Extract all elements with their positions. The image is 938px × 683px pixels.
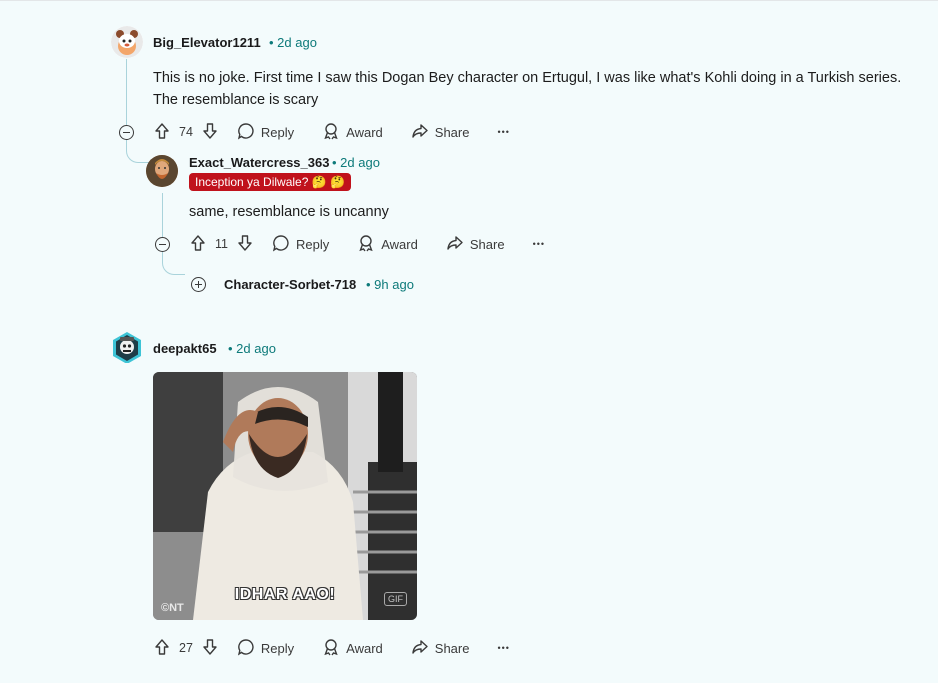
award-label: Award	[346, 124, 383, 140]
comment-timestamp[interactable]: • 2d ago	[269, 35, 317, 50]
expand-thread-button[interactable]	[191, 277, 206, 292]
award-label: Award	[346, 640, 383, 656]
award-button[interactable]: Award	[322, 638, 383, 659]
comment-body: This is no joke. First time I saw this D…	[153, 70, 902, 108]
gif-watermark: ©NT	[161, 602, 184, 614]
reply-button[interactable]: Reply	[237, 122, 294, 143]
vote-count: 27	[179, 641, 193, 655]
comment-username[interactable]: Exact_Watercress_363	[189, 155, 329, 170]
share-label: Share	[434, 640, 470, 656]
gif-caption: IDHAR AAO!	[234, 586, 336, 603]
more-options-button[interactable]: •••	[533, 239, 545, 249]
comment-username[interactable]: Big_Elevator1211	[153, 35, 261, 50]
avatar[interactable]	[111, 26, 143, 58]
share-arrow-icon	[411, 638, 435, 659]
award-ribbon-icon	[322, 638, 346, 659]
comment-action-bar: 27 Reply Award Share •••	[153, 636, 538, 660]
reply-button[interactable]: Reply	[272, 234, 329, 255]
thread-line	[126, 59, 127, 125]
thread-line	[162, 193, 163, 237]
vote-group: 11	[189, 234, 254, 255]
vote-count: 11	[215, 237, 228, 251]
thread-branch-line	[126, 140, 149, 163]
share-button[interactable]: Share	[446, 234, 505, 255]
award-button[interactable]: Award	[357, 234, 418, 255]
comment-action-bar: 74 Reply Award Share •••	[153, 120, 538, 144]
award-ribbon-icon	[322, 122, 346, 143]
speech-bubble-icon	[237, 122, 261, 143]
vote-group: 74	[153, 122, 219, 143]
more-options-button[interactable]: •••	[497, 643, 509, 653]
user-flair: Inception ya Dilwale? 🤔 🤔	[189, 173, 351, 191]
collapse-thread-button[interactable]	[155, 237, 170, 252]
gif-image[interactable]: IDHAR AAO! ©NT GIF	[153, 372, 417, 620]
share-button[interactable]: Share	[411, 638, 470, 659]
speech-bubble-icon	[237, 638, 261, 659]
comment-body: same, resemblance is uncanny	[189, 204, 389, 220]
reply-button[interactable]: Reply	[237, 638, 294, 659]
more-dots-icon: •••	[532, 239, 546, 249]
thread-branch-line	[162, 252, 185, 275]
comment-username[interactable]: deepakt65	[153, 341, 217, 356]
arrow-down-icon[interactable]	[201, 638, 219, 659]
arrow-down-icon[interactable]	[236, 234, 254, 255]
reply-label: Reply	[260, 640, 295, 656]
collapse-thread-button[interactable]	[119, 125, 134, 140]
award-ribbon-icon	[357, 234, 381, 255]
share-arrow-icon	[446, 234, 470, 255]
award-button[interactable]: Award	[322, 122, 383, 143]
arrow-up-icon[interactable]	[153, 122, 171, 143]
vote-group: 27	[153, 638, 219, 659]
share-label: Share	[434, 124, 470, 140]
gif-frame-image	[153, 372, 417, 620]
vote-count: 74	[179, 125, 193, 139]
arrow-up-icon[interactable]	[189, 234, 207, 255]
gif-badge: GIF	[384, 592, 407, 606]
reply-label: Reply	[260, 124, 295, 140]
more-dots-icon: •••	[497, 127, 510, 137]
comment-timestamp[interactable]: • 2d ago	[332, 155, 380, 170]
more-options-button[interactable]: •••	[497, 127, 509, 137]
comment-username[interactable]: Character-Sorbet-718	[224, 277, 356, 292]
comment-timestamp[interactable]: • 2d ago	[228, 341, 276, 356]
share-arrow-icon	[411, 122, 435, 143]
speech-bubble-icon	[272, 234, 296, 255]
avatar[interactable]	[111, 331, 143, 363]
arrow-down-icon[interactable]	[201, 122, 219, 143]
reply-label: Reply	[295, 236, 330, 252]
share-button[interactable]: Share	[411, 122, 470, 143]
comment-action-bar: 11 Reply Award Share •••	[189, 232, 573, 256]
more-dots-icon: •••	[497, 643, 510, 653]
avatar[interactable]	[146, 155, 178, 187]
arrow-up-icon[interactable]	[153, 638, 171, 659]
share-label: Share	[469, 236, 505, 252]
award-label: Award	[381, 236, 418, 252]
comment-timestamp[interactable]: • 9h ago	[366, 277, 414, 292]
